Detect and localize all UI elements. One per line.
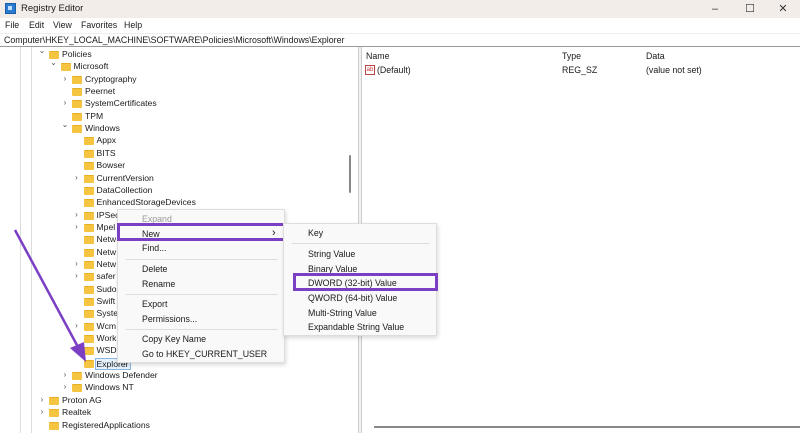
arrow-head xyxy=(70,342,86,362)
annotation-arrow-icon xyxy=(13,229,86,362)
arrow-shaft xyxy=(13,229,80,348)
